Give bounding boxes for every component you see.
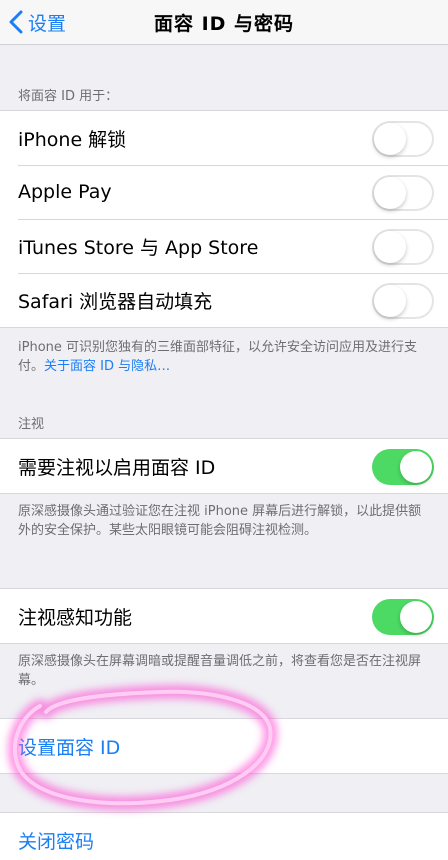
itunes-app-store-row: iTunes Store 与 App Store (0, 219, 448, 273)
setup-face-id-group: 设置面容 ID (0, 718, 448, 774)
setup-face-id-row[interactable]: 设置面容 ID (0, 719, 448, 773)
itunes-app-store-toggle[interactable] (372, 229, 434, 265)
face-id-usage-group: iPhone 解锁 Apple Pay iTunes Store 与 App S… (0, 110, 448, 328)
attention-awareness-label: 注视感知功能 (18, 606, 133, 629)
safari-autofill-row: Safari 浏览器自动填充 (0, 273, 448, 327)
attention-awareness-footer: 原深感摄像头在屏幕调暗或提醒音量调低之前，将查看您是否在注视屏幕。 (18, 654, 422, 688)
require-attention-label: 需要注视以启用面容 ID (18, 456, 216, 479)
attention-footer: 原深感摄像头通过验证您在注视 iPhone 屏幕后进行解锁，以此提供额外的安全保… (18, 504, 422, 538)
safari-autofill-label: Safari 浏览器自动填充 (18, 290, 213, 313)
navigation-bar: 设置 面容 ID 与密码 (0, 0, 448, 45)
toggle-knob (374, 177, 406, 209)
attention-awareness-row: 注视感知功能 (0, 589, 448, 643)
toggle-knob (374, 285, 406, 317)
turn-off-passcode-row[interactable]: 关闭密码 (0, 813, 448, 860)
toggle-knob (374, 123, 406, 155)
iphone-unlock-toggle[interactable] (372, 121, 434, 157)
face-id-privacy-link[interactable]: 关于面容 ID 与隐私… (44, 359, 170, 374)
attention-awareness-toggle[interactable] (372, 599, 434, 635)
itunes-app-store-label: iTunes Store 与 App Store (18, 236, 259, 259)
require-attention-row: 需要注视以启用面容 ID (0, 439, 448, 493)
toggle-knob (374, 231, 406, 263)
apple-pay-toggle[interactable] (372, 175, 434, 211)
face-id-usage-header: 将面容 ID 用于： (18, 89, 119, 104)
iphone-unlock-label: iPhone 解锁 (18, 128, 127, 151)
page-title: 面容 ID 与密码 (153, 13, 295, 35)
iphone-unlock-row: iPhone 解锁 (0, 111, 448, 165)
turn-off-passcode-label: 关闭密码 (18, 830, 95, 853)
apple-pay-row: Apple Pay (0, 165, 448, 219)
attention-awareness-group: 注视感知功能 (0, 588, 448, 644)
toggle-knob (400, 451, 432, 483)
setup-face-id-label: 设置面容 ID (18, 736, 121, 759)
attention-header: 注视 (18, 417, 45, 432)
passcode-group: 关闭密码 (0, 812, 448, 860)
toggle-knob (400, 601, 432, 633)
require-attention-toggle[interactable] (372, 449, 434, 485)
safari-autofill-toggle[interactable] (372, 283, 434, 319)
apple-pay-label: Apple Pay (18, 181, 112, 203)
attention-group: 需要注视以启用面容 ID (0, 438, 448, 494)
face-id-usage-footer: iPhone 可识别您独有的三维面部特征，以允许安全访问应用及进行支付。关于面容… (18, 338, 434, 376)
